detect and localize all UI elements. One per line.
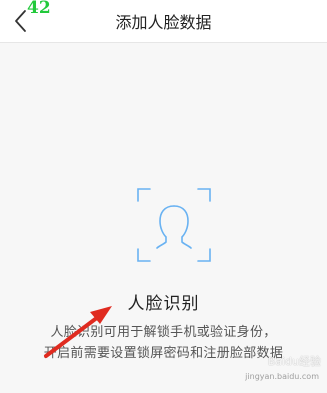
- face-scan-frame: [137, 188, 211, 262]
- face-silhouette-icon: [137, 188, 211, 262]
- page-title: 添加人脸数据: [115, 13, 212, 32]
- description-line-1: 人脸识别可用于解锁手机或验证身份，: [50, 325, 277, 340]
- top-header: 42 添加人脸数据: [0, 0, 327, 43]
- watermark-url: jingyan.baidu.com: [245, 372, 319, 381]
- face-recognition-heading: 人脸识别: [127, 294, 200, 314]
- watermark-logo: Baidu经验: [267, 355, 321, 368]
